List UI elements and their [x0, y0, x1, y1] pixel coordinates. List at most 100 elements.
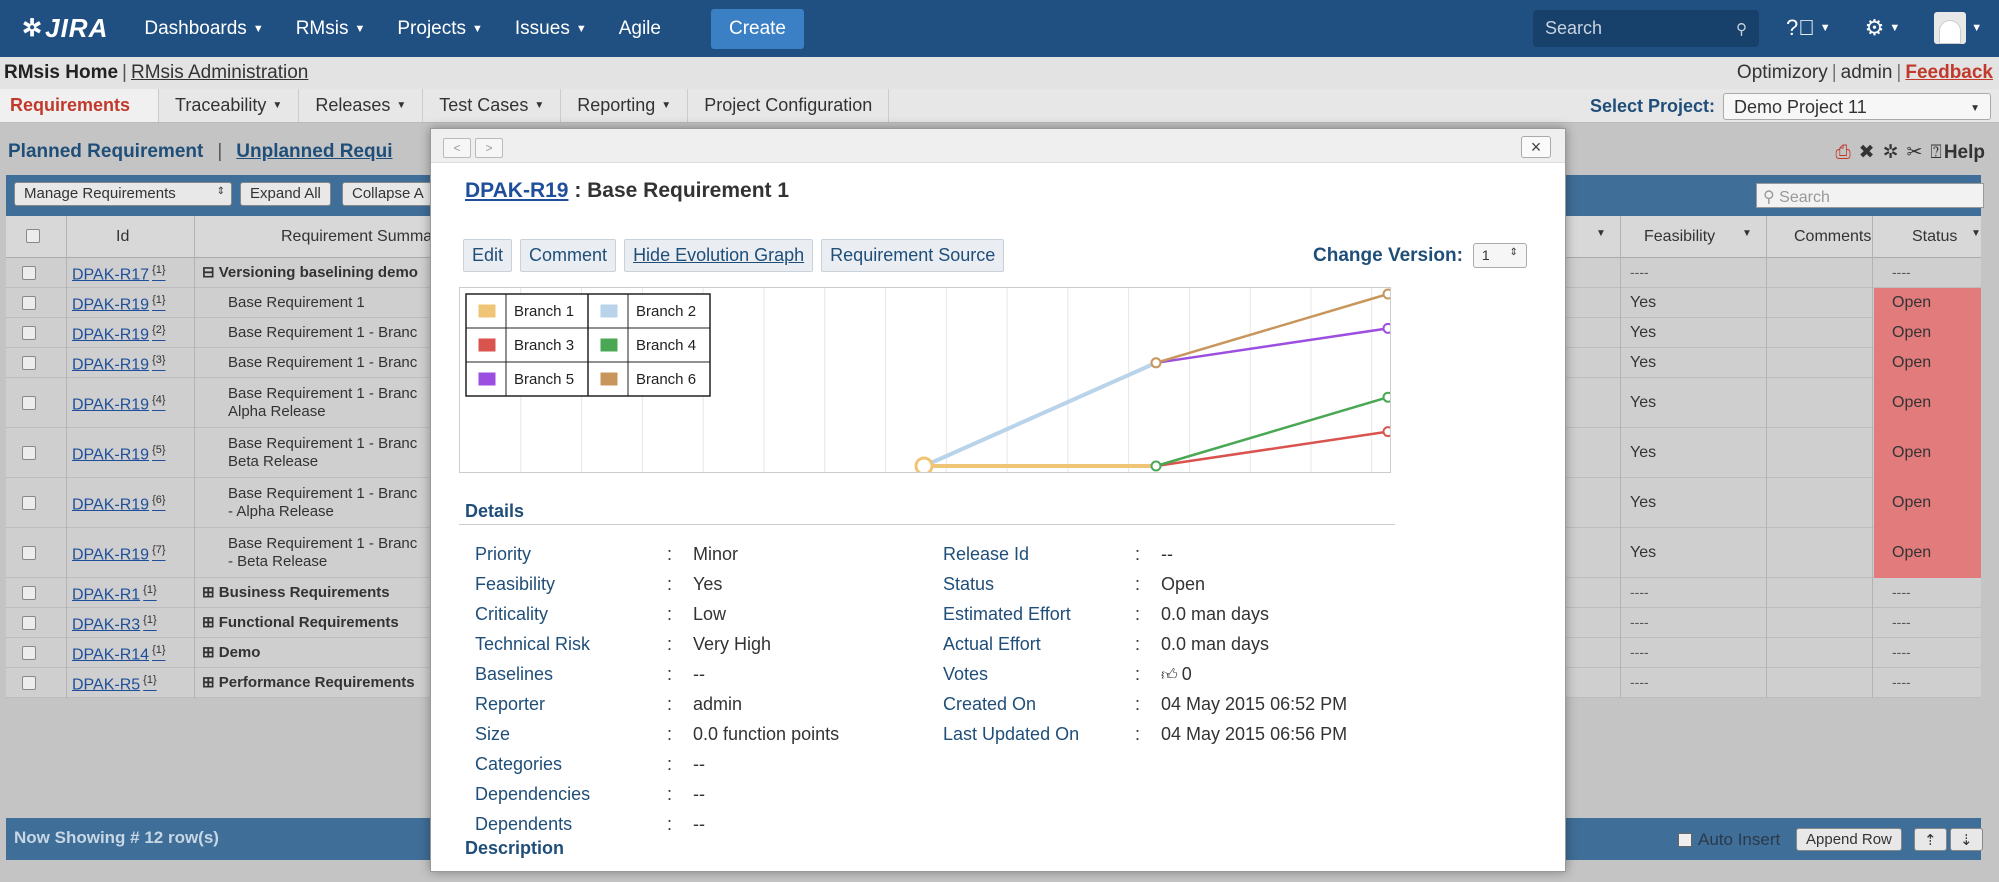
nav-rmsis[interactable]: RMsis ▼	[296, 18, 366, 40]
pdf-export-icon[interactable]: ⎙	[1835, 142, 1850, 164]
admin-user-link[interactable]: admin	[1841, 62, 1893, 84]
summary-column-header[interactable]: Requirement Summa	[281, 228, 432, 246]
divider	[459, 524, 1395, 525]
requirement-id-link[interactable]: DPAK-R19 {2}	[72, 324, 166, 344]
detail-value: 0.0 man days	[1161, 604, 1269, 625]
requirement-id-link[interactable]: DPAK-R14 {1}	[72, 644, 166, 664]
row-checkbox[interactable]	[22, 676, 36, 690]
manage-requirements-select[interactable]: Manage Requirements ⇕	[14, 182, 232, 206]
previous-icon[interactable]: <	[443, 138, 471, 158]
auto-insert-checkbox[interactable]: Auto Insert	[1678, 830, 1780, 850]
project-select-value: Demo Project 11	[1734, 97, 1867, 117]
requirement-id-link[interactable]: DPAK-R17 {1}	[72, 264, 166, 284]
requirement-id-link[interactable]: DPAK-R1 {1}	[72, 584, 157, 604]
requirement-summary: Base Requirement 1 - Branc	[228, 354, 418, 371]
global-search-input[interactable]: Search ⚲	[1533, 10, 1759, 47]
tab-releases[interactable]: Releases ▼	[299, 89, 424, 122]
hide-evolution-graph-button[interactable]: Hide Evolution Graph	[624, 239, 814, 272]
tab-reporting[interactable]: Reporting ▼	[561, 89, 689, 122]
select-all-checkbox[interactable]	[26, 229, 40, 243]
row-checkbox[interactable]	[22, 586, 36, 600]
move-up-button[interactable]: ⇡	[1914, 828, 1947, 851]
requirement-id-link[interactable]: DPAK-R19 {7}	[72, 544, 166, 564]
search-icon: ⚲	[1736, 20, 1747, 38]
feasibility-column-header[interactable]: Feasibility	[1644, 228, 1715, 246]
feedback-link[interactable]: Feedback	[1905, 62, 1993, 84]
settings-menu[interactable]: ⚙ ▼	[1865, 15, 1901, 41]
detail-value-text: 0	[1181, 664, 1192, 684]
row-checkbox[interactable]	[22, 396, 36, 410]
requirement-id-link[interactable]: DPAK-R19 {3}	[72, 354, 166, 374]
row-checkbox[interactable]	[22, 616, 36, 630]
row-checkbox[interactable]	[22, 356, 36, 370]
settings-icon[interactable]: ✲	[1883, 141, 1899, 164]
row-checkbox[interactable]	[22, 326, 36, 340]
expand-all-button[interactable]: Expand All	[240, 182, 331, 206]
chevron-down-icon[interactable]: ▼	[1742, 228, 1752, 239]
header-icons: ?⃝ ▼ ⚙ ▼ ▼	[1786, 12, 1999, 44]
row-checkbox[interactable]	[22, 266, 36, 280]
detail-value: 0.0 function points	[693, 724, 840, 744]
id-column-header[interactable]: Id	[116, 228, 129, 246]
tab-reporting-label: Reporting	[577, 95, 656, 115]
planned-requirement-label[interactable]: Planned Requirement	[8, 141, 203, 162]
edit-button[interactable]: Edit	[463, 239, 513, 272]
create-button[interactable]: Create	[710, 8, 804, 49]
row-checkbox[interactable]	[22, 296, 36, 310]
chevron-down-icon: ▼	[396, 100, 407, 111]
chevron-down-icon[interactable]: ▼	[1971, 228, 1981, 239]
version-select-value: 1	[1481, 247, 1490, 263]
thumbs-up-icon[interactable]: 👍︎	[1161, 667, 1178, 684]
close-icon[interactable]: ×	[1521, 136, 1551, 158]
requirement-id-link[interactable]: DPAK-R19 {5}	[72, 444, 166, 464]
next-icon[interactable]: >	[475, 138, 503, 158]
feasibility-value: Yes	[1630, 294, 1657, 311]
rmsis-home-link[interactable]: RMsis Home	[4, 62, 118, 84]
tools-icon[interactable]: ✂	[1906, 141, 1922, 164]
row-checkbox[interactable]	[22, 496, 36, 510]
requirement-id-link[interactable]: DPAK-R19 {1}	[72, 294, 166, 314]
tab-test-cases[interactable]: Test Cases ▼	[423, 89, 562, 122]
requirement-id-link[interactable]: DPAK-R19 {6}	[72, 494, 166, 514]
tab-requirements[interactable]: Requirements	[0, 89, 160, 122]
detail-colon: :	[1135, 574, 1141, 594]
requirement-id-link[interactable]: DPAK-R3 {1}	[72, 614, 157, 634]
tab-project-configuration[interactable]: Project Configuration	[688, 89, 890, 122]
rmsis-admin-link[interactable]: RMsis Administration	[131, 62, 308, 84]
detail-colon: :	[1135, 694, 1141, 714]
detail-value: --	[693, 814, 705, 834]
comments-column-header[interactable]: Comments	[1794, 228, 1871, 246]
help-menu[interactable]: ?⃝ ▼	[1786, 15, 1831, 41]
row-checkbox[interactable]	[22, 646, 36, 660]
help-icon[interactable]: ⍰	[1930, 142, 1941, 164]
excel-export-icon[interactable]: ✖	[1859, 141, 1875, 164]
legend-label: Branch 1	[514, 303, 574, 320]
jira-logo[interactable]: ✲ JIRA	[22, 13, 108, 44]
grid-search-input[interactable]: ⚲ Search	[1756, 183, 1984, 208]
row-checkbox[interactable]	[22, 446, 36, 460]
help-link[interactable]: Help	[1944, 142, 1985, 164]
tab-traceability[interactable]: Traceability ▼	[159, 89, 300, 122]
row-checkbox[interactable]	[22, 546, 36, 560]
nav-agile[interactable]: Agile	[619, 18, 661, 40]
requirement-source-button[interactable]: Requirement Source	[821, 239, 1005, 272]
move-down-button[interactable]: ⇣	[1950, 828, 1983, 851]
requirement-id-link[interactable]: DPAK-R19	[465, 179, 568, 202]
unplanned-requirement-link[interactable]: Unplanned Requi	[236, 141, 392, 162]
requirement-id-link[interactable]: DPAK-R5 {1}	[72, 674, 157, 694]
legend-swatch	[599, 371, 619, 387]
comment-button[interactable]: Comment	[520, 239, 617, 272]
requirement-summary: Base Requirement 1 - Branc	[228, 324, 418, 341]
user-menu[interactable]: ▼	[1934, 12, 1982, 44]
append-row-button[interactable]: Append Row	[1796, 828, 1902, 851]
optimizory-link[interactable]: Optimizory	[1737, 62, 1828, 84]
version-select[interactable]: 1 ⇕	[1472, 243, 1527, 268]
project-select[interactable]: Demo Project 11 ▼	[1723, 93, 1991, 120]
requirement-id-link[interactable]: DPAK-R19 {4}	[72, 394, 166, 414]
status-column-header[interactable]: Status	[1912, 228, 1957, 246]
collapse-all-button[interactable]: Collapse A	[342, 182, 434, 206]
nav-dashboards[interactable]: Dashboards ▼	[144, 18, 263, 40]
nav-projects[interactable]: Projects ▼	[397, 18, 483, 40]
nav-issues[interactable]: Issues ▼	[515, 18, 587, 40]
chevron-down-icon[interactable]: ▼	[1596, 228, 1606, 239]
